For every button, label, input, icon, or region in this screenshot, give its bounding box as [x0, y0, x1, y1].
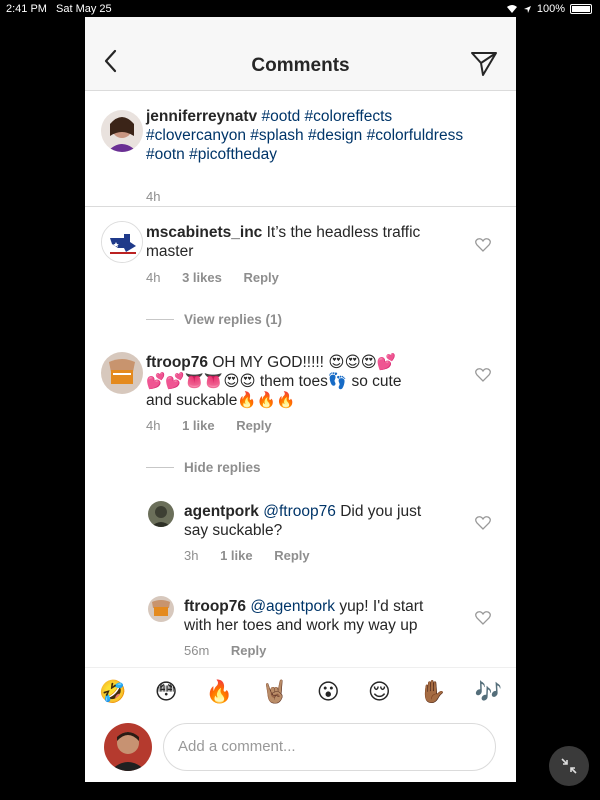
reply-username[interactable]: agentpork	[184, 503, 259, 520]
reply-body: yup! I'd start	[339, 598, 424, 615]
reply-text: agentpork @ftroop76 Did you just say suc…	[184, 502, 454, 540]
location-icon	[523, 5, 531, 13]
emoji-raised-hand-button[interactable]: ✋🏾	[419, 679, 446, 705]
comment-time: 4h	[146, 418, 161, 433]
heart-icon[interactable]	[475, 367, 491, 382]
emoji-horns-button[interactable]: 🤘🏽	[261, 679, 288, 705]
hide-replies-label[interactable]: Hide replies	[184, 460, 261, 475]
header: Comments	[85, 17, 516, 91]
comment-meta: 4h 3 likes Reply	[146, 270, 297, 285]
comment-body: master	[146, 243, 194, 260]
collapse-button[interactable]	[549, 746, 589, 786]
reply-body: Did you just	[340, 503, 422, 520]
view-replies-toggle[interactable]: View replies (1)	[146, 312, 282, 327]
post-meta: 4h	[146, 189, 178, 204]
my-avatar	[104, 723, 152, 771]
emoji-rofl-button[interactable]: 🤣	[99, 679, 126, 705]
reply-time: 56m	[184, 643, 210, 658]
reply-button[interactable]: Reply	[231, 643, 266, 658]
reply-button[interactable]: Reply	[236, 418, 271, 433]
comment-composer: Add a comment...	[85, 715, 516, 782]
comment-body: and suckable🔥🔥🔥	[146, 392, 296, 409]
avatar[interactable]	[148, 501, 174, 527]
reply-likes[interactable]: 1 like	[220, 548, 253, 563]
emoji-flushed-button[interactable]: 😳	[155, 679, 178, 705]
wifi-icon	[506, 5, 517, 13]
avatar[interactable]	[101, 352, 143, 394]
collapse-arrows-icon	[561, 758, 577, 774]
comment-text: mscabinets_inc It’s the headless traffic…	[146, 223, 446, 261]
reply-button[interactable]: Reply	[274, 548, 309, 563]
divider	[146, 319, 174, 320]
battery-icon	[570, 4, 592, 14]
emoji-quick-bar: 🤣 😳 🔥 🤘🏽 😮 😌 ✋🏾 🎶	[85, 667, 516, 715]
status-date: Sat May 25	[56, 3, 112, 15]
emoji-relieved-button[interactable]: 😌	[368, 679, 391, 705]
status-bar: 2:41 PM Sat May 25 100%	[0, 0, 600, 18]
heart-icon[interactable]	[475, 237, 491, 252]
reply-username[interactable]: ftroop76	[184, 598, 246, 615]
avatar[interactable]	[148, 596, 174, 622]
emoji-notes-button[interactable]: 🎶	[474, 679, 501, 705]
comment-input[interactable]: Add a comment...	[163, 723, 496, 771]
post-caption-text: jenniferreynatv #ootd #coloreffects #clo…	[146, 107, 496, 164]
post-hashtags-3[interactable]: #ootn #picoftheday	[146, 146, 277, 163]
mention-link[interactable]: @ftroop76	[263, 503, 336, 520]
reply-text: ftroop76 @agentpork yup! I'd start with …	[184, 597, 464, 635]
comment-body: 💕💕👅👅😍😍 them toes👣 so cute	[146, 373, 402, 390]
comment-likes[interactable]: 3 likes	[182, 270, 222, 285]
comment-text: ftroop76 OH MY GOD!!!!! 😍😍😍💕 💕💕👅👅😍😍 them…	[146, 353, 456, 410]
comment-body: It’s the headless traffic	[266, 224, 421, 241]
page-title: Comments	[251, 55, 350, 76]
divider	[146, 467, 174, 468]
comments-sheet: Comments jenniferreynatv #ootd #coloreff…	[85, 17, 516, 782]
reply-meta: 56m Reply	[184, 643, 284, 658]
reply-time: 3h	[184, 548, 199, 563]
heart-icon[interactable]	[475, 515, 491, 530]
post-username[interactable]: jenniferreynatv	[146, 108, 257, 125]
reply-body: say suckable?	[184, 522, 283, 539]
comment-body: OH MY GOD!!!!! 😍😍😍💕	[212, 354, 397, 371]
reply-meta: 3h 1 like Reply	[184, 548, 328, 563]
battery-percent: 100%	[536, 3, 565, 15]
comment-meta: 4h 1 like Reply	[146, 418, 290, 433]
reply-button[interactable]: Reply	[243, 270, 278, 285]
status-time: 2:41 PM	[6, 3, 47, 15]
heart-icon[interactable]	[475, 610, 491, 625]
comment-username[interactable]: ftroop76	[146, 354, 208, 371]
post-hashtags-2[interactable]: #clovercanyon #splash #design #colorfuld…	[146, 127, 463, 144]
direct-send-icon[interactable]	[470, 51, 498, 77]
mention-link[interactable]: @agentpork	[250, 598, 335, 615]
avatar[interactable]	[101, 221, 143, 263]
avatar[interactable]	[101, 110, 143, 152]
post-hashtags-1[interactable]: #ootd #coloreffects	[261, 108, 392, 125]
view-replies-label[interactable]: View replies (1)	[184, 312, 282, 327]
emoji-surprised-button[interactable]: 😮	[317, 679, 340, 705]
comment-time: 4h	[146, 270, 161, 285]
post-caption: jenniferreynatv #ootd #coloreffects #clo…	[85, 91, 516, 207]
comment-likes[interactable]: 1 like	[182, 418, 215, 433]
post-time: 4h	[146, 189, 161, 204]
emoji-fire-button[interactable]: 🔥	[206, 679, 233, 705]
reply-body: with her toes and work my way up	[184, 617, 418, 634]
hide-replies-toggle[interactable]: Hide replies	[146, 460, 261, 475]
comment-username[interactable]: mscabinets_inc	[146, 224, 262, 241]
